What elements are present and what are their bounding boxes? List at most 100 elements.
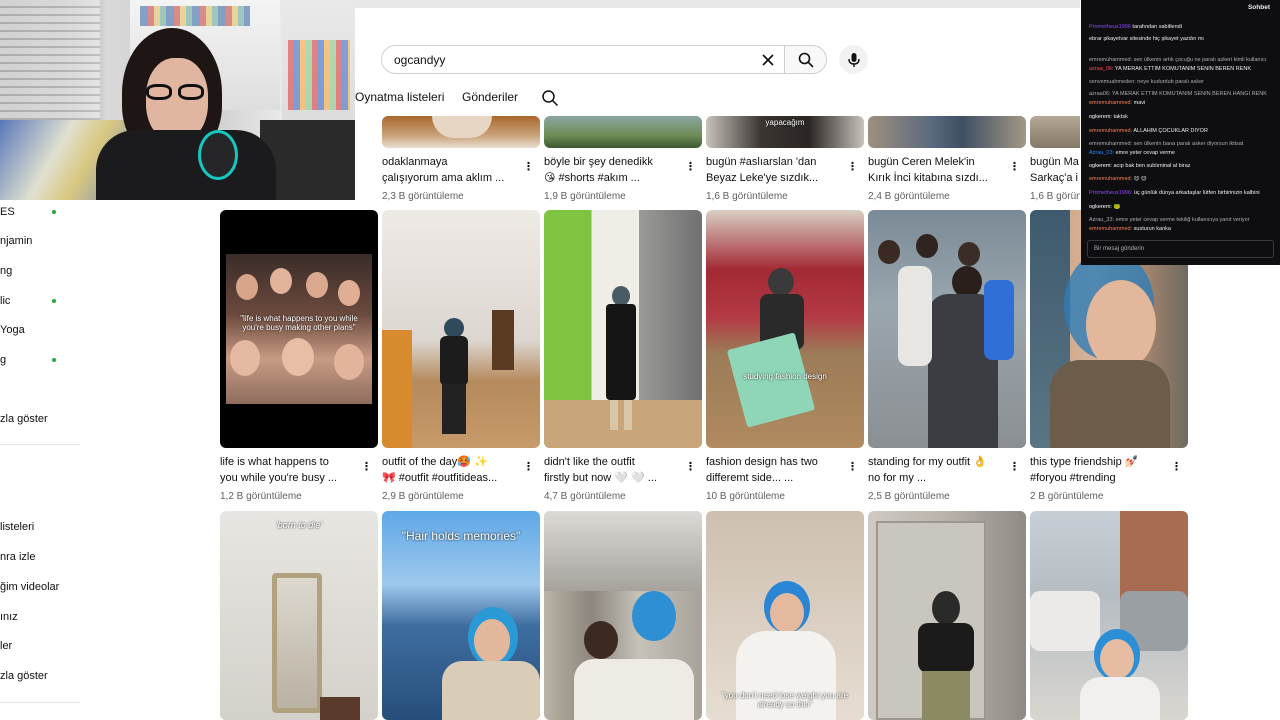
pinned-message-text: ebrar şikayetvar sitesinde hiç şikayet y… xyxy=(1089,36,1204,42)
show-less-button[interactable]: zla göster xyxy=(0,664,80,688)
live-chat-panel: Sohbet Prometheus1996 tarafından sabitle… xyxy=(1081,0,1280,265)
thumbnail-caption: "Hair holds memories" xyxy=(401,529,521,543)
chat-message: emremuhammed: 😊 😊 xyxy=(1089,176,1147,182)
chat-header: Sohbet xyxy=(1247,4,1270,11)
video-title[interactable]: bugün Ma Sarkaç'a i xyxy=(1030,154,1080,186)
chat-message: azraa06: YA MERAK ETTİM KOMUTANIM SENİN … xyxy=(1089,91,1267,97)
video-thumbnail[interactable]: studying fashion design xyxy=(706,210,864,448)
video-title[interactable]: life is what happens to you while you're … xyxy=(220,454,360,486)
search-icon xyxy=(542,90,559,107)
chat-message: emremuhammed: mavi xyxy=(1089,100,1146,106)
sidebar-item-subscription[interactable]: g xyxy=(0,348,80,372)
sidebar-item-your-videos[interactable]: ınız xyxy=(0,605,80,629)
sidebar-item-subscription[interactable]: Yoga xyxy=(0,318,80,342)
view-count: 2 B görüntüleme xyxy=(1030,491,1104,502)
search-button[interactable] xyxy=(784,45,827,74)
more-options-button[interactable]: ⋮ xyxy=(1169,459,1183,473)
video-thumbnail[interactable] xyxy=(1030,511,1188,720)
video-title[interactable]: outfit of the day🥵 ✨ 🎀 #outfit #outfitide… xyxy=(382,454,522,486)
voice-search-button[interactable] xyxy=(839,45,868,74)
more-options-button[interactable]: ⋮ xyxy=(521,159,535,173)
video-thumbnail[interactable] xyxy=(868,511,1026,720)
show-less-button[interactable]: zla göster xyxy=(0,407,80,431)
more-options-button[interactable]: ⋮ xyxy=(845,459,859,473)
view-count: 4,7 B görüntüleme xyxy=(544,491,626,502)
video-title[interactable]: didn't like the outfit firstly but now 🤍 … xyxy=(544,454,684,486)
thumbnail-caption: yapacağım xyxy=(765,118,805,127)
sidebar-item-subscription[interactable]: ng xyxy=(0,259,80,283)
sidebar-item-subscription[interactable]: ES xyxy=(0,200,80,224)
video-thumbnail[interactable]: "you don't need lose weight you are alre… xyxy=(706,511,864,720)
sidebar-item-subscription[interactable]: lic xyxy=(0,289,80,313)
chat-message: ogkerem: acıp bak ben sublıminal al bira… xyxy=(1089,163,1191,169)
sidebar-divider xyxy=(0,444,80,445)
video-thumbnail[interactable]: "Hair holds memories" xyxy=(382,511,540,720)
chat-message: Azrau_03: emre yeter cevap verme xyxy=(1089,150,1175,156)
more-options-button[interactable]: ⋮ xyxy=(683,159,697,173)
more-options-button[interactable]: ⋮ xyxy=(359,459,373,473)
chat-message: azraa_06: YA MERAK ETTİM KOMUTANIM SENİN… xyxy=(1089,66,1251,72)
view-count: 2,9 B görüntüleme xyxy=(382,491,464,502)
video-title[interactable]: odaklanmaya çalışıyorum ama aklım ... xyxy=(382,154,522,186)
microphone-icon xyxy=(847,52,860,67)
thumbnail-caption: "you don't need lose weight you are alre… xyxy=(721,691,849,709)
video-thumbnail[interactable]: 'born to die' xyxy=(220,511,378,720)
more-options-button[interactable]: ⋮ xyxy=(1007,159,1021,173)
search-query: ogcandyy xyxy=(394,53,446,67)
chat-message: emremuhammed: ALLAHIM ÇOCUKLAR DİYOR xyxy=(1089,128,1208,134)
chat-message: emremuhammed: sen ülkenin bana paralı as… xyxy=(1089,141,1244,147)
webcam-feed xyxy=(0,0,355,200)
more-options-button[interactable]: ⋮ xyxy=(521,459,535,473)
chat-message: Azrau_33: emre yeter cevap verme tekiliğ… xyxy=(1089,217,1250,223)
view-count: 1,9 B görüntüleme xyxy=(544,191,626,202)
video-thumbnail[interactable]: "life is what happens to you while you'r… xyxy=(220,210,378,448)
video-thumbnail[interactable] xyxy=(868,116,1026,148)
video-thumbnail[interactable] xyxy=(544,511,702,720)
video-thumbnail[interactable] xyxy=(868,210,1026,448)
chat-message-input[interactable]: Bir mesaj gönderin xyxy=(1087,240,1274,258)
close-icon xyxy=(762,54,774,66)
video-title[interactable]: standing for my outfit 👌 no for my ... xyxy=(868,454,1008,486)
chat-message: emremuhammed: sen ülkenin artık çocuğu n… xyxy=(1089,57,1267,63)
more-options-button[interactable]: ⋮ xyxy=(1007,459,1021,473)
tab-playlists[interactable]: Oynatma listeleri xyxy=(355,90,444,104)
live-dot xyxy=(52,210,56,214)
sidebar-item-subscription[interactable]: njamin xyxy=(0,229,80,253)
video-title[interactable]: this type friendship 💅🏻 #foryou #trending xyxy=(1030,454,1170,486)
video-thumbnail[interactable]: yapacağım xyxy=(706,116,864,148)
view-count: 2,4 B görüntüleme xyxy=(868,191,950,202)
thumbnail-caption: studying fashion design xyxy=(743,372,827,381)
clear-search-button[interactable] xyxy=(758,50,778,70)
view-count: 10 B görüntüleme xyxy=(706,491,785,502)
sidebar-item-downloads[interactable]: ler xyxy=(0,634,80,658)
video-title[interactable]: bugün Ceren Melek'in Kırık İnci kitabına … xyxy=(868,154,1008,186)
more-options-button[interactable]: ⋮ xyxy=(845,159,859,173)
more-options-button[interactable]: ⋮ xyxy=(683,459,697,473)
view-count: 2,3 B görüntüleme xyxy=(382,191,464,202)
channel-search-button[interactable] xyxy=(541,89,559,107)
tab-posts[interactable]: Gönderiler xyxy=(462,90,518,104)
video-card[interactable]: bugün MaSarkaç'a i 1,6 B görüntüleme xyxy=(1030,116,1080,206)
chat-message: senvemuahmeden: neye kudurdub paralı ask… xyxy=(1089,79,1204,85)
pinned-message: Prometheus1996 tarafından sabitlendi xyxy=(1089,24,1182,30)
live-dot xyxy=(52,358,56,362)
chat-message: ogkerem: taktsk xyxy=(1089,114,1128,120)
sidebar-item-watch-later[interactable]: nra izle xyxy=(0,545,80,569)
video-title[interactable]: bugün #aslıarslan 'dan Beyaz Leke'ye sızd… xyxy=(706,154,846,186)
video-thumbnail[interactable] xyxy=(382,210,540,448)
sidebar-item-playlists[interactable]: listeleri xyxy=(0,515,80,539)
video-title[interactable]: fashion design has two differemt side... … xyxy=(706,454,846,486)
search-input[interactable]: ogcandyy xyxy=(381,45,785,74)
video-thumbnail[interactable] xyxy=(382,116,540,148)
sidebar-item-liked-videos[interactable]: ğim videolar xyxy=(0,575,80,599)
thumbnail-caption: "life is what happens to you while you'r… xyxy=(240,314,358,332)
video-thumbnail[interactable] xyxy=(1030,116,1080,148)
view-count: 2,5 B görüntüleme xyxy=(868,491,950,502)
view-count: 1,6 B görüntüleme xyxy=(1030,191,1080,202)
live-dot xyxy=(52,299,56,303)
sidebar: ES njamin ng lic Yoga g zla göster liste… xyxy=(0,200,80,720)
search-icon xyxy=(798,52,814,68)
video-thumbnail[interactable] xyxy=(544,210,702,448)
video-thumbnail[interactable] xyxy=(544,116,702,148)
video-title[interactable]: böyle bir şey denedikk 😘 #shorts #akım ..… xyxy=(544,154,684,186)
